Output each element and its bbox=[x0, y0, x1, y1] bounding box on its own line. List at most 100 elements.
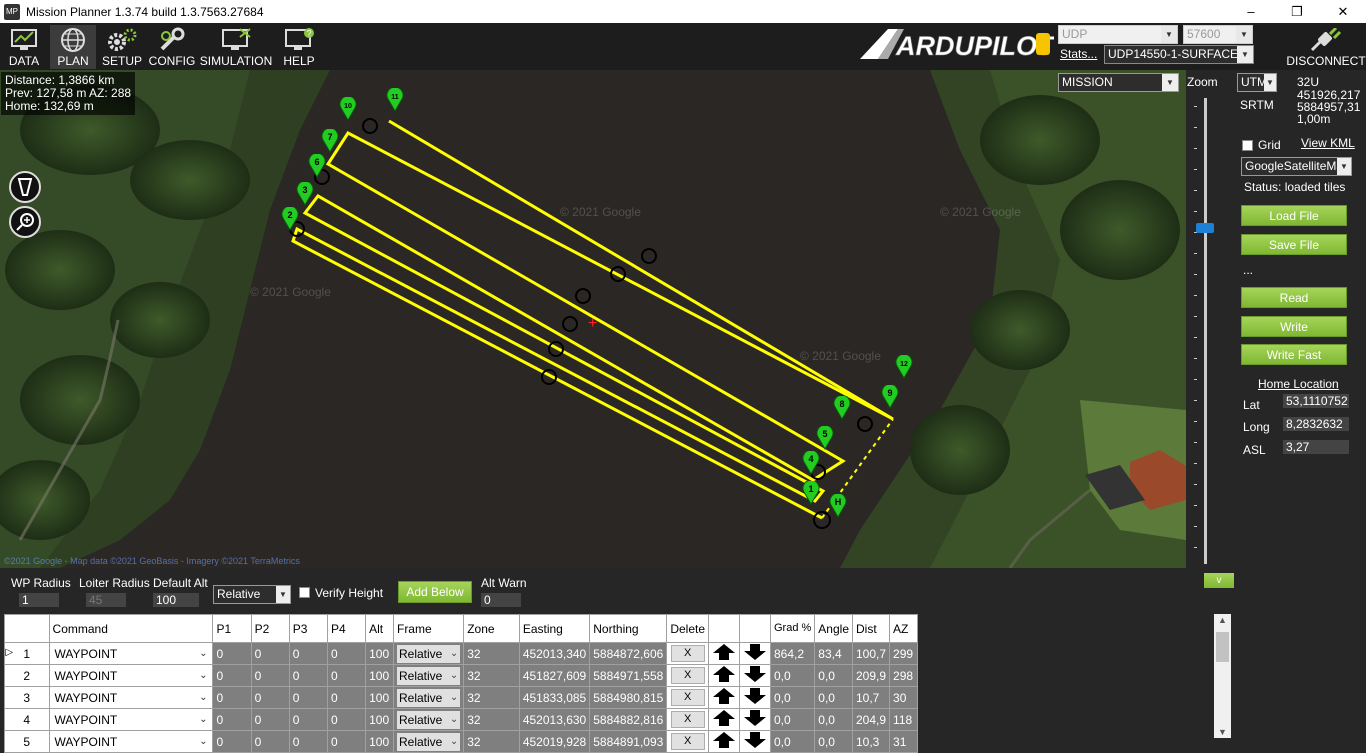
northing-cell[interactable]: 5884971,558 bbox=[589, 664, 668, 687]
alt-cell[interactable]: 100 bbox=[365, 686, 394, 709]
row-header[interactable]: 4 bbox=[4, 708, 50, 731]
zone-cell[interactable]: 32 bbox=[463, 664, 520, 687]
table-row[interactable]: ▷ 1 WAYPOINT ⌄ 0 0 0 0 100 Relative ⌄ 32 452013,340 5… bbox=[4, 642, 918, 665]
default-alt-field[interactable]: 100 bbox=[153, 593, 199, 607]
map-view[interactable]: © 2021 Google © 2021 Google © 2021 Googl… bbox=[0, 70, 1186, 568]
p4-cell[interactable]: 0 bbox=[326, 686, 367, 709]
p2-cell[interactable]: 0 bbox=[250, 642, 290, 665]
row-header[interactable]: 5 bbox=[4, 730, 50, 753]
command-select[interactable]: WAYPOINT ⌄ bbox=[48, 642, 214, 665]
alt-cell[interactable]: 100 bbox=[365, 642, 394, 665]
column-header[interactable]: Grad % bbox=[769, 614, 816, 643]
column-header[interactable] bbox=[708, 614, 740, 643]
link-select[interactable]: UDP14550-1-SURFACE BOAT▼ bbox=[1104, 45, 1254, 64]
menu-simulation[interactable]: SIMULATION bbox=[200, 25, 272, 69]
p3-cell[interactable]: 0 bbox=[288, 730, 328, 753]
stats-link[interactable]: Stats... bbox=[1060, 47, 1097, 61]
waypoint-marker-8[interactable]: 8 bbox=[833, 396, 851, 420]
easting-cell[interactable]: 451827,609 bbox=[518, 664, 591, 687]
close-icon[interactable]: ✕ bbox=[1320, 0, 1366, 23]
write-fast-button[interactable]: Write Fast bbox=[1241, 344, 1347, 365]
column-header[interactable]: Northing bbox=[589, 614, 668, 643]
mission-mode-select[interactable]: MISSION ▼ bbox=[1058, 73, 1179, 92]
table-row[interactable]: 2 WAYPOINT ⌄ 0 0 0 0 100 Relative ⌄ 32 451827,609 58… bbox=[4, 664, 918, 687]
row-header[interactable]: ▷ 1 bbox=[4, 642, 50, 665]
menu-help[interactable]: ? HELP bbox=[278, 25, 320, 69]
table-row[interactable]: 3 WAYPOINT ⌄ 0 0 0 0 100 Relative ⌄ 32 451833,085 58… bbox=[4, 686, 918, 709]
connection-type-select[interactable]: UDP ▼ bbox=[1058, 25, 1178, 44]
load-file-button[interactable]: Load File bbox=[1241, 205, 1347, 226]
waypoint-marker-3[interactable]: 3 bbox=[296, 182, 314, 206]
zoom-slider-thumb[interactable] bbox=[1196, 223, 1214, 234]
map-provider-select[interactable]: GoogleSatelliteMap ▼ bbox=[1241, 157, 1352, 176]
p3-cell[interactable]: 0 bbox=[288, 664, 328, 687]
zone-cell[interactable]: 32 bbox=[463, 642, 520, 665]
read-button[interactable]: Read bbox=[1241, 287, 1347, 308]
zoom-tool-icon[interactable] bbox=[9, 206, 41, 238]
p2-cell[interactable]: 0 bbox=[250, 664, 290, 687]
menu-plan[interactable]: PLAN bbox=[50, 25, 96, 69]
alt-cell[interactable]: 100 bbox=[365, 708, 394, 731]
view-kml-link[interactable]: View KML bbox=[1301, 136, 1355, 150]
p1-cell[interactable]: 0 bbox=[212, 664, 252, 687]
move-down-button[interactable] bbox=[739, 708, 771, 731]
command-select[interactable]: WAYPOINT ⌄ bbox=[48, 708, 214, 731]
collapse-button[interactable]: v bbox=[1204, 573, 1234, 588]
delete-button[interactable]: X bbox=[670, 689, 705, 706]
waypoint-marker-4[interactable]: 4 bbox=[802, 451, 820, 475]
home-location-link[interactable]: Home Location bbox=[1258, 377, 1339, 391]
p2-cell[interactable]: 0 bbox=[250, 686, 290, 709]
row-header[interactable]: 3 bbox=[4, 686, 50, 709]
wp-radius-field[interactable]: 1 bbox=[19, 593, 59, 607]
table-scrollbar[interactable]: ▲ ▼ bbox=[1214, 614, 1231, 738]
menu-data[interactable]: DATA bbox=[4, 25, 44, 69]
menu-config[interactable]: CONFIG bbox=[148, 25, 196, 69]
column-header[interactable]: Alt bbox=[365, 614, 394, 643]
waypoint-marker-2[interactable]: 2 bbox=[281, 207, 299, 231]
alt-frame-select[interactable]: Relative ▼ bbox=[213, 585, 291, 604]
table-row[interactable]: 5 WAYPOINT ⌄ 0 0 0 0 100 Relative ⌄ 32 452019,928 58… bbox=[4, 730, 918, 753]
p4-cell[interactable]: 0 bbox=[326, 730, 367, 753]
northing-cell[interactable]: 5884980,815 bbox=[589, 686, 668, 709]
waypoint-marker-h[interactable]: H bbox=[829, 494, 847, 518]
polygon-tool-icon[interactable] bbox=[9, 171, 41, 203]
command-select[interactable]: WAYPOINT ⌄ bbox=[48, 664, 214, 687]
waypoint-marker-11[interactable]: 11 bbox=[386, 88, 404, 112]
delete-button[interactable]: X bbox=[670, 667, 705, 684]
column-header[interactable]: Frame bbox=[392, 614, 465, 643]
easting-cell[interactable]: 451833,085 bbox=[518, 686, 591, 709]
column-header[interactable]: Delete bbox=[666, 614, 709, 643]
p3-cell[interactable]: 0 bbox=[288, 642, 328, 665]
frame-select[interactable]: Relative ⌄ bbox=[392, 730, 465, 753]
column-header[interactable]: P2 bbox=[250, 614, 290, 643]
move-down-button[interactable] bbox=[739, 664, 771, 687]
easting-cell[interactable]: 452013,340 bbox=[518, 642, 591, 665]
p3-cell[interactable]: 0 bbox=[288, 686, 328, 709]
delete-button[interactable]: X bbox=[670, 733, 705, 750]
easting-cell[interactable]: 452013,630 bbox=[518, 708, 591, 731]
northing-cell[interactable]: 5884872,606 bbox=[589, 642, 668, 665]
column-header[interactable]: Dist bbox=[851, 614, 891, 643]
asl-field[interactable]: 3,27 bbox=[1283, 440, 1349, 454]
long-field[interactable]: 8,2832632 bbox=[1283, 417, 1349, 431]
column-header[interactable]: Command bbox=[48, 614, 214, 643]
column-header[interactable]: Zone bbox=[463, 614, 520, 643]
frame-select[interactable]: Relative ⌄ bbox=[392, 642, 465, 665]
move-down-button[interactable] bbox=[739, 730, 771, 753]
table-row[interactable]: 4 WAYPOINT ⌄ 0 0 0 0 100 Relative ⌄ 32 452013,630 58… bbox=[4, 708, 918, 731]
baud-rate-select[interactable]: 57600 ▼ bbox=[1183, 25, 1253, 44]
minimize-icon[interactable]: – bbox=[1228, 0, 1274, 23]
write-button[interactable]: Write bbox=[1241, 316, 1347, 337]
waypoint-marker-9[interactable]: 9 bbox=[881, 385, 899, 409]
move-up-button[interactable] bbox=[708, 686, 740, 709]
northing-cell[interactable]: 5884891,093 bbox=[589, 730, 668, 753]
frame-select[interactable]: Relative ⌄ bbox=[392, 664, 465, 687]
zoom-slider-track[interactable] bbox=[1204, 98, 1207, 564]
menu-setup[interactable]: SETUP bbox=[100, 25, 144, 69]
p4-cell[interactable]: 0 bbox=[326, 664, 367, 687]
column-header[interactable]: AZ bbox=[889, 614, 918, 643]
move-down-button[interactable] bbox=[739, 686, 771, 709]
add-below-button[interactable]: Add Below bbox=[398, 581, 472, 603]
move-up-button[interactable] bbox=[708, 664, 740, 687]
p4-cell[interactable]: 0 bbox=[326, 642, 367, 665]
